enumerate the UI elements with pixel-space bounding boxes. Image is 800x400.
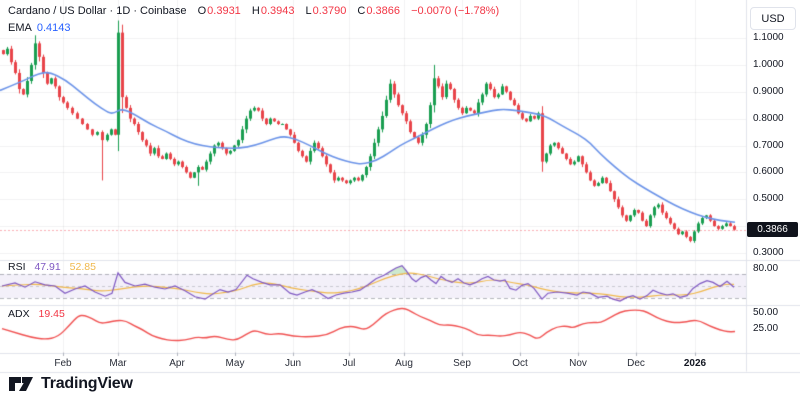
adx-label: ADX <box>8 308 30 320</box>
low-value: 0.3790 <box>313 5 347 17</box>
time-tick-label: Sep <box>453 358 471 369</box>
close-value: 0.3866 <box>366 5 400 17</box>
price-tick-label: 1.0000 <box>753 59 784 70</box>
time-tick-label: Mar <box>109 358 126 369</box>
rsi-tick-label: 80.00 <box>753 263 778 274</box>
rsi-value: 47.91 <box>34 261 60 273</box>
adx-tick-label: 50.00 <box>753 307 778 318</box>
rsi-legend[interactable]: RSI 47.91 52.85 <box>8 261 96 273</box>
high-label: H <box>252 5 260 17</box>
adx-legend[interactable]: ADX 19.45 <box>8 308 65 320</box>
price-tick-label: 1.1000 <box>753 32 784 43</box>
adx-value: 19.45 <box>39 308 65 320</box>
time-tick-label: Jul <box>343 358 356 369</box>
time-tick-label: Apr <box>169 358 185 369</box>
ema-label: EMA <box>8 22 32 34</box>
price-tick-label: 0.6000 <box>753 166 784 177</box>
time-tick-label: Feb <box>54 358 71 369</box>
time-tick-label: Jun <box>285 358 301 369</box>
adx-tick-label: 25.00 <box>753 323 778 334</box>
high-value: 0.3943 <box>261 5 295 17</box>
time-tick-label: 2026 <box>684 358 706 369</box>
time-tick-label: Aug <box>395 358 413 369</box>
low-label: L <box>306 5 312 17</box>
rsi-ma-value: 52.85 <box>70 261 96 273</box>
close-label: C <box>357 5 365 17</box>
price-tick-label: 0.8000 <box>753 113 784 124</box>
price-tick-label: 0.9000 <box>753 86 784 97</box>
footer-brand[interactable]: TradingView <box>8 374 133 394</box>
rsi-label: RSI <box>8 261 26 273</box>
brand-wordmark: TradingView <box>41 375 133 393</box>
time-tick-label: Oct <box>512 358 528 369</box>
last-price-badge: 0.3866 <box>747 222 798 237</box>
price-tick-label: 0.5000 <box>753 193 784 204</box>
chart-canvas[interactable] <box>0 0 800 400</box>
time-tick-label: Dec <box>627 358 645 369</box>
time-tick-label: May <box>226 358 245 369</box>
symbol-title[interactable]: Cardano / US Dollar · 1D · Coinbase <box>8 5 187 17</box>
change-value: −0.0070 (−1.78%) <box>411 5 499 17</box>
open-value: 0.3931 <box>207 5 241 17</box>
price-tick-label: 0.7000 <box>753 140 784 151</box>
price-tick-label: 0.3000 <box>753 247 784 258</box>
open-label: O <box>198 5 207 17</box>
currency-toggle-button[interactable]: USD <box>750 7 796 30</box>
tradingview-logo-icon <box>8 374 34 394</box>
symbol-legend[interactable]: Cardano / US Dollar · 1D · Coinbase O0.3… <box>8 5 499 17</box>
time-tick-label: Nov <box>569 358 587 369</box>
ema-value: 0.4143 <box>37 22 71 34</box>
trading-chart-window: Cardano / US Dollar · 1D · Coinbase O0.3… <box>0 0 800 400</box>
ema-legend[interactable]: EMA 0.4143 <box>8 22 71 34</box>
